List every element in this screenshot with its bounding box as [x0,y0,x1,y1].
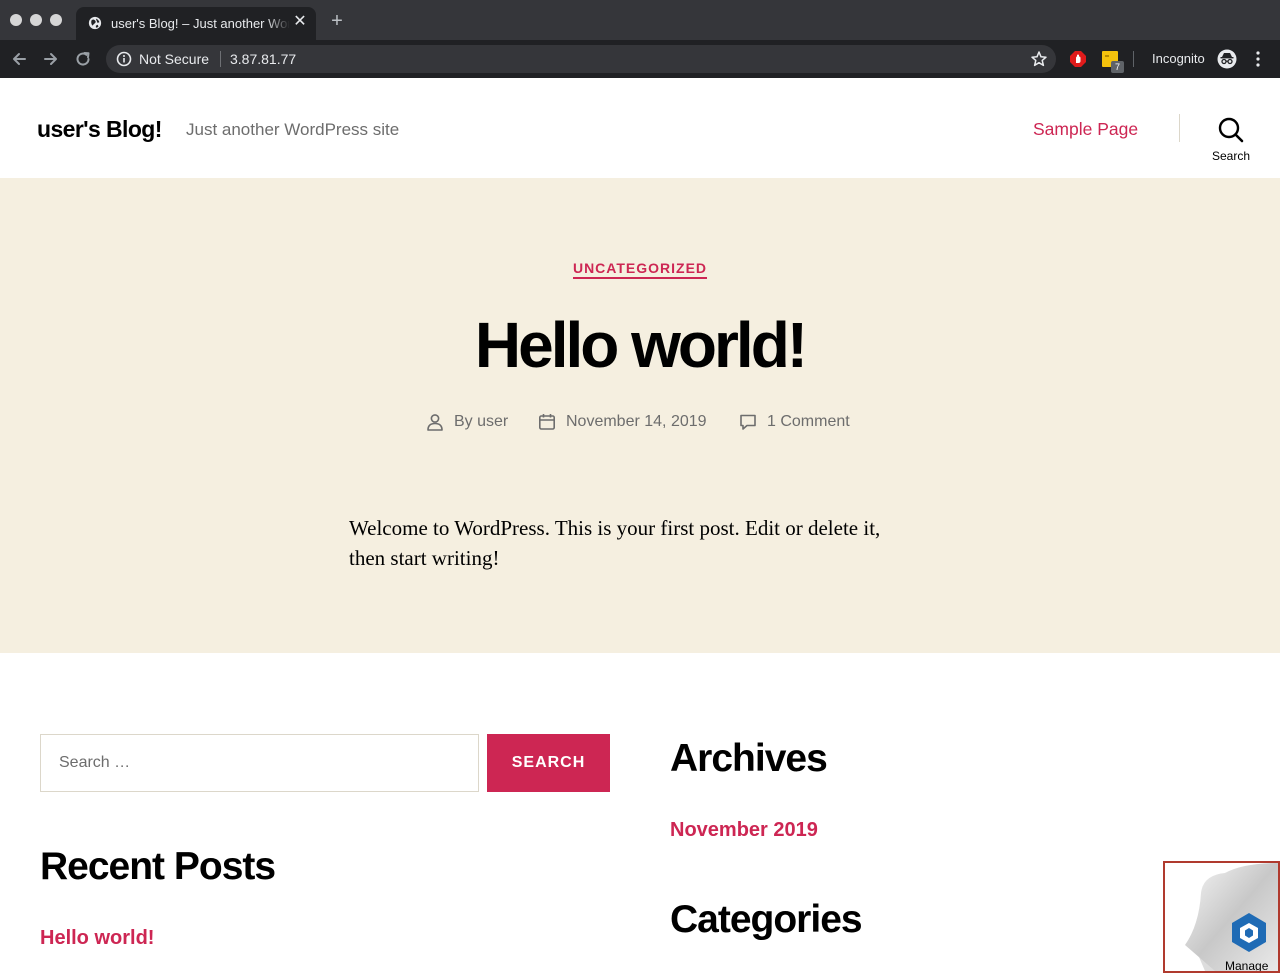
star-icon[interactable] [1030,50,1048,68]
archives-title: Archives [670,737,828,780]
new-tab-button[interactable]: + [327,11,347,31]
tab-title: user's Blog! – Just another WordPress si… [111,16,289,31]
address-separator [220,51,221,67]
category-link[interactable]: UNCATEGORIZED [572,260,708,279]
info-icon[interactable] [116,51,132,67]
forward-arrow-icon[interactable] [42,50,60,68]
browser-tab[interactable]: user's Blog! – Just another WordPress si… [76,7,316,40]
globe-icon [88,16,102,30]
toolbar-separator [1133,51,1134,67]
adblock-icon[interactable] [1069,50,1087,68]
kebab-menu-icon[interactable] [1253,50,1263,68]
post-content: Welcome to WordPress. This is your first… [349,516,881,570]
site-title[interactable]: user's Blog! [37,116,162,142]
search-toggle-button[interactable]: Search [1205,114,1257,163]
author-link[interactable]: By user [454,412,508,432]
calendar-icon [538,414,555,430]
manage-label: Manage [1225,959,1269,973]
recent-posts-title: Recent Posts [40,845,276,888]
window-minimize-dot[interactable] [30,14,42,26]
post-category: UNCATEGORIZED [0,259,1280,279]
browser-tab-bar: user's Blog! – Just another WordPress si… [0,0,1280,40]
tab-close-button[interactable]: ✕ [292,14,308,30]
post-hero: UNCATEGORIZED Hello world! By user Novem… [0,178,1280,653]
site-header: user's Blog! Just another WordPress site… [0,78,1280,178]
reload-icon[interactable] [74,50,92,68]
header-separator [1179,114,1180,142]
incognito-label: Incognito [1152,51,1205,66]
window-close-dot[interactable] [10,14,22,26]
security-label[interactable]: Not Secure [139,51,209,67]
manage-widget[interactable]: Manage [1163,861,1280,973]
browser-toolbar: Not Secure 3.87.81.77 7 Incognito [0,40,1280,78]
user-icon [427,414,443,431]
search-icon [1218,117,1244,143]
tab-title-fade [266,13,290,35]
site-description: Just another WordPress site [186,120,400,139]
address-bar[interactable]: Not Secure 3.87.81.77 [106,45,1056,73]
archive-link[interactable]: November 2019 [670,818,818,842]
extension-badge: 7 [1111,61,1124,73]
date-link[interactable]: November 14, 2019 [566,412,707,432]
back-arrow-icon[interactable] [10,50,28,68]
page-curl-icon [1185,863,1278,971]
search-submit-button[interactable]: SEARCH [487,734,610,792]
incognito-icon[interactable] [1217,49,1237,69]
window-zoom-dot[interactable] [50,14,62,26]
recent-post-link[interactable]: Hello world! [40,926,154,950]
comments-link[interactable]: 1 Comment [767,412,850,432]
nav-link-sample-page[interactable]: Sample Page [1033,118,1138,140]
categories-title: Categories [670,898,863,941]
search-toggle-label: Search [1211,149,1251,163]
url-text[interactable]: 3.87.81.77 [230,51,296,67]
post-title[interactable]: Hello world! [0,308,1280,382]
comment-icon [740,414,756,430]
search-input[interactable] [40,734,479,792]
